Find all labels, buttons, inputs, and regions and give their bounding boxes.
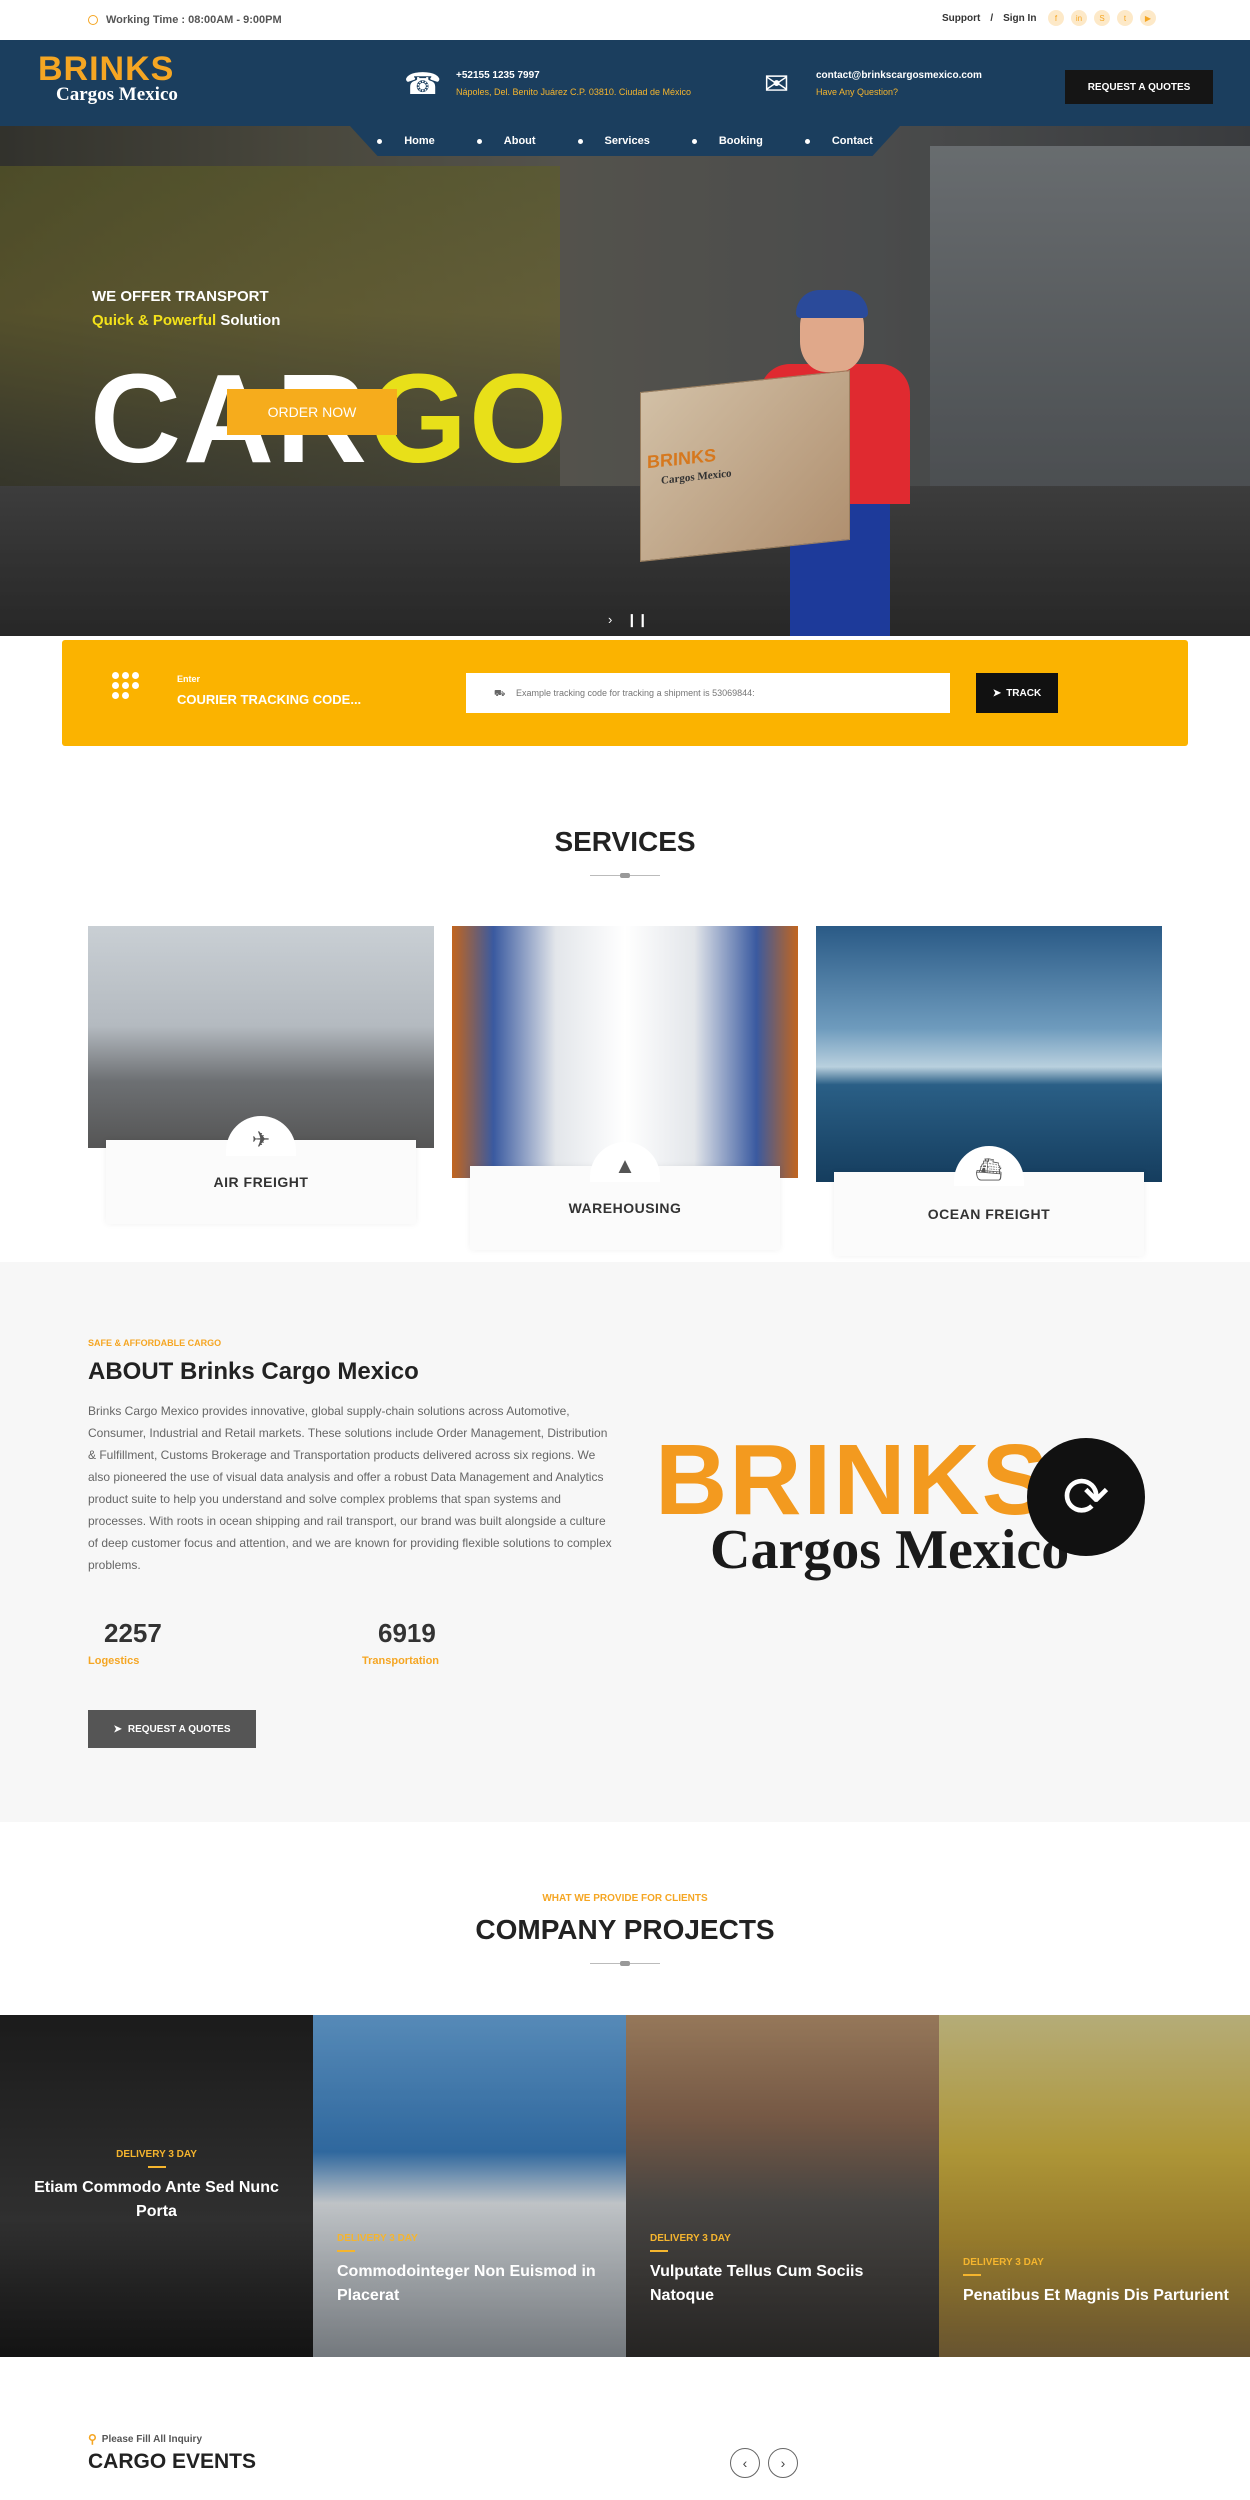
about-eyebrow: SAFE & AFFORDABLE CARGO (88, 1338, 222, 1348)
email-address[interactable]: contact@brinkscargosmexico.com (816, 70, 982, 81)
working-time: Working Time : 08:00AM - 9:00PM (88, 14, 282, 26)
projects-title: COMPANY PROJECTS (475, 1914, 775, 1945)
chevron-left-icon[interactable]: ‹ (730, 2448, 760, 2478)
skype-icon[interactable]: S (1094, 10, 1110, 26)
brand-logo-large: BRINKS Cargos Mexico ⟳ (655, 1430, 1155, 1630)
stat-number: 2257 (104, 1618, 162, 1648)
about-request-quote-label: REQUEST A QUOTES (127, 1723, 231, 1735)
stat-number: 6919 (378, 1618, 436, 1648)
send-icon: ➤ (113, 1723, 122, 1735)
cargo-box-image: BRINKS Cargos Mexico (640, 369, 850, 563)
chevron-right-icon[interactable]: › (768, 2448, 798, 2478)
stat-label: Transportation (362, 1655, 440, 1667)
signin-link[interactable]: Sign In (1003, 13, 1036, 24)
mail-icon: ✉ (764, 68, 790, 101)
support-link[interactable]: Support (942, 13, 980, 24)
project-card[interactable]: DELIVERY 3 DAY Penatibus Et Magnis Dis P… (939, 2015, 1250, 2357)
youtube-icon[interactable]: ▶ (1140, 10, 1156, 26)
project-title: Penatibus Et Magnis Dis Parturient (963, 2287, 1229, 2304)
service-label: AIR FREIGHT (213, 1174, 309, 1190)
events-eyebrow-text: Please Fill All Inquiry (101, 2433, 203, 2445)
track-button-label: TRACK (1006, 687, 1042, 699)
air-freight-image (88, 926, 434, 1148)
about-title: ABOUT Brinks Cargo Mexico (88, 1358, 419, 1385)
stat-label: Logestics (88, 1655, 140, 1667)
project-tag: DELIVERY 3 DAY (650, 2233, 731, 2244)
title-divider (590, 1961, 660, 1966)
tracking-label-small: Enter (177, 674, 201, 684)
nav-about[interactable]: About (477, 135, 536, 147)
stat-logistics: 2257 Logestics (88, 1618, 224, 1667)
hero-subkicker-rest: Solution (216, 312, 281, 329)
facebook-icon[interactable]: f (1048, 10, 1064, 26)
project-title: Vulputate Tellus Cum Sociis Natoque (650, 2263, 864, 2304)
top-links-separator: / (990, 13, 994, 24)
events-carousel-controls: ‹ › (730, 2448, 798, 2478)
project-title: Commodointeger Non Euismod in Placerat (337, 2263, 596, 2304)
hero-subkicker-highlight: Quick & Powerful (92, 312, 217, 329)
logo-brand: BRINKS (38, 50, 175, 88)
service-label: WAREHOUSING (568, 1200, 682, 1216)
project-tag: DELIVERY 3 DAY (116, 2149, 197, 2160)
nav-home[interactable]: Home (377, 135, 435, 147)
nav-services[interactable]: Services (578, 135, 650, 147)
project-card[interactable]: DELIVERY 3 DAY Etiam Commodo Ante Sed Nu… (0, 2015, 313, 2357)
tracking-code-input[interactable] (466, 673, 950, 713)
request-quote-button[interactable]: REQUEST A QUOTES (1065, 70, 1213, 104)
site-logo[interactable]: BRINKS Cargos Mexico (38, 52, 208, 114)
twitter-icon[interactable]: t (1117, 10, 1133, 26)
working-time-text: Working Time : 08:00AM - 9:00PM (106, 14, 282, 26)
project-card[interactable]: DELIVERY 3 DAY Vulputate Tellus Cum Soci… (626, 2015, 939, 2357)
nav-contact[interactable]: Contact (805, 135, 873, 147)
phone-number[interactable]: +52155 1235 7997 (456, 70, 691, 81)
phone-icon: ☎ (404, 68, 442, 101)
events-title: CARGO EVENTS (88, 2450, 257, 2473)
phone-contact: ☎ +52155 1235 7997 Nápoles, Del. Benito … (404, 70, 691, 100)
top-links: Support / Sign In (942, 13, 1036, 24)
hero-headline-yellow: GO (368, 348, 569, 489)
main-nav: Home About Services Booking Contact (350, 126, 900, 156)
services-title: SERVICES (554, 826, 696, 857)
project-title: Etiam Commodo Ante Sed Nunc Porta (34, 2179, 279, 2220)
hero-slider: WE OFFER TRANSPORT Quick & Powerful Solu… (0, 126, 1250, 636)
service-card-warehousing[interactable]: WAREHOUSING ▲ (452, 926, 798, 1250)
about-paragraph: Brinks Cargo Mexico provides innovative,… (88, 1404, 612, 1572)
logo-subtitle: Cargos Mexico (56, 84, 178, 105)
slider-controls: › ❙❙ (608, 612, 648, 628)
service-card-ocean[interactable]: OCEAN FREIGHT ⛴ (816, 926, 1162, 1256)
warehouse-image (452, 926, 798, 1178)
pause-icon[interactable]: ❙❙ (626, 612, 648, 628)
package-icon: ⛟ (494, 688, 506, 698)
user-icon: ⚲ (88, 2432, 97, 2446)
events-eyebrow: ⚲ Please Fill All Inquiry (88, 2432, 202, 2446)
top-bar: Working Time : 08:00AM - 9:00PM Support … (0, 0, 1250, 40)
nav-booking[interactable]: Booking (692, 135, 763, 147)
project-tag: DELIVERY 3 DAY (337, 2233, 418, 2244)
tracking-label: COURIER TRACKING CODE... (177, 692, 362, 707)
service-card-air[interactable]: AIR FREIGHT ✈ (88, 926, 434, 1224)
service-label: OCEAN FREIGHT (927, 1206, 1051, 1222)
hero-kicker: WE OFFER TRANSPORT (92, 288, 269, 305)
project-tag: DELIVERY 3 DAY (963, 2257, 1044, 2268)
project-card[interactable]: DELIVERY 3 DAY Commodointeger Non Euismo… (313, 2015, 626, 2357)
order-now-button[interactable]: ORDER NOW (227, 389, 397, 435)
ocean-freight-image (816, 926, 1162, 1182)
address-text: Nápoles, Del. Benito Juárez C.P. 03810. … (456, 87, 691, 97)
tracking-bar: Enter COURIER TRACKING CODE... ⛟ ➤ TRACK (62, 640, 1188, 746)
hero-subkicker: Quick & Powerful Solution (92, 312, 280, 329)
title-divider (590, 873, 660, 878)
stat-transportation: 6919 Transportation (362, 1618, 498, 1667)
email-subtext: Have Any Question? (816, 87, 899, 97)
next-slide-icon[interactable]: › (608, 612, 612, 628)
clock-icon (88, 15, 98, 25)
email-contact: ✉ contact@brinkscargosmexico.com Have An… (764, 70, 982, 100)
about-request-quote-button[interactable]: ➤ REQUEST A QUOTES (88, 1710, 256, 1748)
linkedin-icon[interactable]: in (1071, 10, 1087, 26)
send-icon: ➤ (992, 687, 1002, 699)
projects-eyebrow: WHAT WE PROVIDE FOR CLIENTS (542, 1893, 708, 1904)
track-button[interactable]: ➤ TRACK (976, 673, 1058, 713)
dots-icon (110, 672, 150, 702)
social-links: f in S t ▶ (1048, 10, 1156, 26)
refresh-icon: ⟳ (1027, 1438, 1145, 1556)
